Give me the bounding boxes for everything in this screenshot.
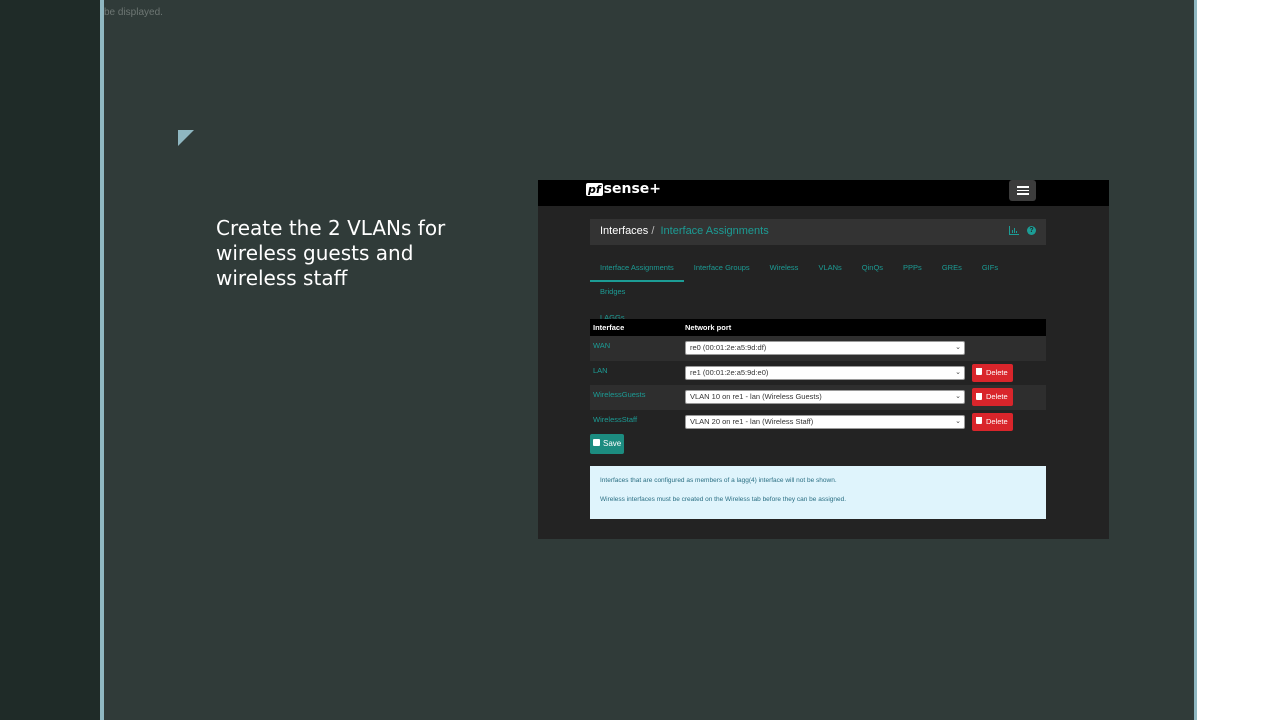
table-row: WirelessGuests VLAN 10 on re1 - lan (Wir…	[590, 385, 1046, 410]
right-margin	[1197, 0, 1280, 720]
pfsense-logo[interactable]: pf sense+	[586, 181, 661, 197]
pfsense-navbar: pf sense+	[538, 180, 1109, 206]
delete-button[interactable]: Delete	[972, 412, 1013, 431]
save-label: Save	[603, 439, 622, 448]
help-icon[interactable]: ?	[1027, 226, 1036, 235]
network-port-select[interactable]: re0 (00:01:2e:a5:9d:df) ⌄	[685, 341, 965, 355]
delete-button[interactable]: Delete	[972, 388, 1013, 406]
delete-label: Delete	[986, 416, 1008, 426]
network-port-select[interactable]: VLAN 20 on re1 - lan (Wireless Staff) ⌄	[685, 414, 965, 429]
table-header: Interface Network port	[590, 319, 1046, 336]
interface-link[interactable]: LAN	[593, 366, 608, 375]
select-value: re0 (00:01:2e:a5:9d:df)	[690, 343, 767, 352]
logo-name: sense+	[603, 181, 662, 197]
delete-button[interactable]: Delete	[972, 363, 1013, 382]
header-network-port: Network port	[685, 323, 732, 332]
breadcrumb-separator: /	[651, 225, 655, 237]
corner-triangle-icon	[178, 130, 194, 146]
network-port-select[interactable]: VLAN 10 on re1 - lan (Wireless Guests) ⌄	[685, 390, 965, 404]
interface-link[interactable]: WAN	[593, 341, 610, 350]
select-value: re1 (00:01:2e:a5:9d:e0)	[690, 367, 769, 377]
trash-icon	[976, 417, 982, 425]
save-button[interactable]: Save	[590, 434, 624, 454]
tab-ppps[interactable]: PPPs	[893, 258, 932, 282]
tab-bridges[interactable]: Bridges	[590, 282, 635, 304]
delete-label: Delete	[986, 367, 1008, 377]
tab-interface-groups[interactable]: Interface Groups	[684, 258, 760, 282]
chevron-down-icon: ⌄	[955, 393, 961, 400]
select-value: VLAN 10 on re1 - lan (Wireless Guests)	[690, 392, 822, 401]
delete-label: Delete	[986, 392, 1008, 401]
breadcrumb-current[interactable]: Interface Assignments	[661, 225, 769, 237]
table-row: WirelessStaff VLAN 20 on re1 - lan (Wire…	[590, 410, 1046, 435]
table-row: WAN re0 (00:01:2e:a5:9d:df) ⌄	[590, 336, 1046, 361]
chevron-down-icon: ⌄	[955, 417, 961, 425]
chevron-down-icon: ⌄	[955, 368, 961, 376]
header-interface: Interface	[593, 323, 625, 332]
network-port-select[interactable]: re1 (00:01:2e:a5:9d:e0) ⌄	[685, 365, 965, 380]
trash-icon	[976, 392, 982, 400]
breadcrumb: Interfaces / Interface Assignments ?	[590, 219, 1046, 245]
tab-interface-assignments[interactable]: Interface Assignments	[590, 258, 684, 282]
interface-link[interactable]: WirelessStaff	[593, 415, 637, 424]
table-row: LAN re1 (00:01:2e:a5:9d:e0) ⌄ Delete	[590, 361, 1046, 386]
tab-qinqs[interactable]: QinQs	[852, 258, 893, 282]
interface-link[interactable]: WirelessGuests	[593, 390, 646, 399]
pfsense-screenshot: pf sense+ Interfaces / Interface Assignme…	[538, 180, 1109, 539]
status-chart-icon[interactable]	[1009, 226, 1019, 235]
left-sidebar-strip	[0, 0, 100, 720]
info-alert: Interfaces that are configured as member…	[590, 466, 1046, 519]
image-alt-text: be displayed.	[104, 7, 163, 18]
trash-icon	[976, 368, 982, 376]
tab-gres[interactable]: GREs	[932, 258, 972, 282]
select-value: VLAN 20 on re1 - lan (Wireless Staff)	[690, 416, 814, 426]
tab-wireless[interactable]: Wireless	[760, 258, 809, 282]
save-disk-icon	[593, 439, 600, 447]
chevron-down-icon: ⌄	[955, 344, 961, 351]
info-text: Interfaces that are configured as member…	[600, 477, 837, 484]
breadcrumb-root[interactable]: Interfaces	[600, 225, 648, 237]
tab-vlans[interactable]: VLANs	[808, 258, 851, 282]
tab-gifs[interactable]: GIFs	[972, 258, 1008, 282]
logo-prefix: pf	[586, 183, 603, 196]
hamburger-menu-icon[interactable]	[1009, 180, 1036, 201]
interface-table: Interface Network port WAN re0 (00:01:2e…	[590, 319, 1046, 434]
info-text: Wireless interfaces must be created on t…	[600, 496, 847, 503]
slide-body-text: Create the 2 VLANs for wireless guests a…	[216, 216, 446, 290]
